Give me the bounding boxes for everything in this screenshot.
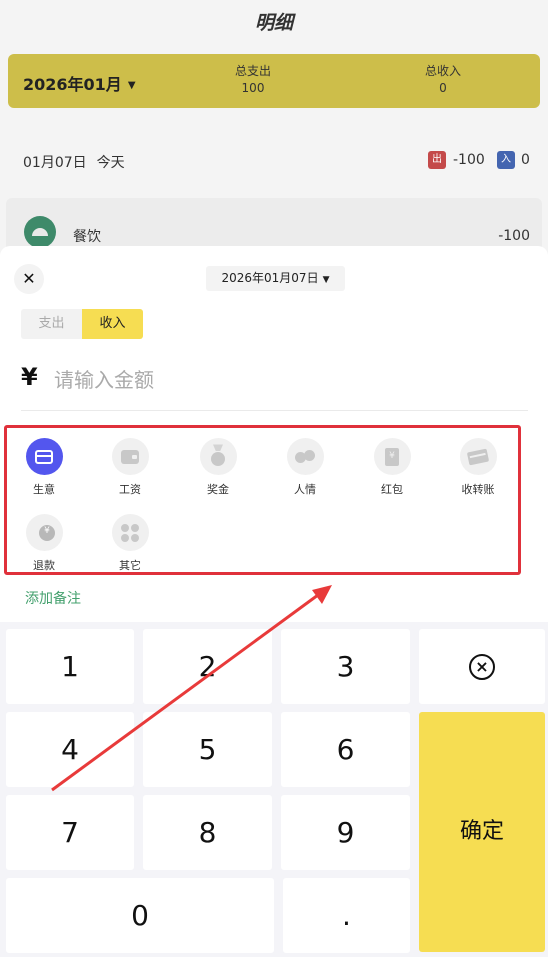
- monthly-summary-card: 2026年01月 ▼ 总支出 100 总收入 0: [8, 54, 540, 108]
- income-badge: 入: [497, 151, 515, 169]
- add-note-link[interactable]: 添加备注: [25, 588, 81, 608]
- key-decimal[interactable]: .: [283, 878, 410, 953]
- date-picker[interactable]: 2026年01月07日 ▼: [206, 266, 345, 291]
- key-5[interactable]: 5: [143, 712, 272, 787]
- date-picker-label: 2026年01月07日: [221, 271, 319, 285]
- category-label: 奖金: [207, 483, 229, 496]
- key-0[interactable]: 0: [6, 878, 274, 953]
- type-toggle: 支出 收入: [21, 309, 143, 339]
- category-salary[interactable]: 工资: [100, 438, 160, 497]
- close-button[interactable]: ✕: [14, 264, 44, 294]
- caret-down-icon: ▼: [322, 275, 330, 285]
- grid-icon: [111, 514, 149, 551]
- key-4[interactable]: 4: [6, 712, 134, 787]
- category-label: 其它: [119, 559, 141, 572]
- red-packet-icon: [373, 438, 411, 475]
- confirm-button[interactable]: 确定: [419, 712, 545, 952]
- day-weekday: 今天: [96, 155, 125, 171]
- key-1[interactable]: 1: [6, 629, 134, 704]
- day-income-value: 0: [521, 152, 530, 168]
- key-8[interactable]: 8: [143, 795, 272, 870]
- key-6[interactable]: 6: [281, 712, 410, 787]
- transfer-card-icon: [459, 438, 497, 475]
- page-title: 明细: [254, 12, 293, 34]
- month-selector[interactable]: 2026年01月 ▼: [23, 71, 136, 95]
- day-header: 01月07日 今天 出 -100 入 0: [0, 140, 548, 184]
- caret-down-icon: ▼: [127, 80, 136, 91]
- category-gift[interactable]: 人情: [275, 438, 335, 497]
- total-expense-value: 100: [241, 81, 265, 95]
- amount-row: ¥: [21, 361, 528, 411]
- day-expense-value: -100: [453, 152, 485, 168]
- category-grid: 生意 工资 奖金 人情 红包 收转账 退款: [4, 425, 521, 575]
- total-income: 总收入 0: [408, 63, 478, 97]
- category-transfer[interactable]: 收转账: [448, 438, 508, 497]
- wallet-icon: [111, 438, 149, 475]
- category-label: 人情: [294, 483, 316, 496]
- medal-icon: [199, 438, 237, 475]
- number-keypad: 1 2 3 × 4 5 6 确定 7 8 9 0 .: [0, 622, 548, 957]
- record-category: 餐饮: [73, 229, 101, 245]
- currency-symbol: ¥: [21, 363, 38, 391]
- dining-icon: [24, 216, 56, 248]
- record-amount: -100: [498, 228, 530, 244]
- category-label: 生意: [33, 483, 55, 496]
- background-page: 明细 2026年01月 ▼ 总支出 100 总收入 0 01月07日 今天 出 -1…: [0, 0, 548, 260]
- category-label: 工资: [119, 483, 141, 496]
- gift-icon: [286, 438, 324, 475]
- total-income-label: 总收入: [424, 64, 461, 78]
- amount-input[interactable]: [54, 363, 494, 397]
- total-income-value: 0: [439, 81, 447, 95]
- key-3[interactable]: 3: [281, 629, 410, 704]
- key-9[interactable]: 9: [281, 795, 410, 870]
- day-date: 01月07日 今天: [23, 152, 125, 172]
- key-7[interactable]: 7: [6, 795, 134, 870]
- category-business[interactable]: 生意: [14, 438, 74, 497]
- add-record-sheet: ✕ 2026年01月07日▼ 支出 收入 ¥ 生意 工资 奖金 人情 红包: [0, 246, 548, 957]
- key-2[interactable]: 2: [143, 629, 272, 704]
- delete-button[interactable]: ×: [419, 629, 545, 704]
- category-refund[interactable]: 退款: [14, 514, 74, 573]
- shop-icon: [25, 438, 63, 475]
- category-label: 红包: [381, 483, 403, 496]
- day-date-text: 01月07日: [23, 155, 87, 171]
- category-label: 收转账: [461, 483, 495, 496]
- category-label: 退款: [33, 559, 55, 572]
- category-other[interactable]: 其它: [100, 514, 160, 573]
- total-expense-label: 总支出: [234, 64, 271, 78]
- total-expense: 总支出 100: [218, 63, 288, 97]
- delete-icon: ×: [469, 653, 495, 680]
- refund-icon: [25, 514, 63, 551]
- expense-badge: 出: [428, 151, 446, 169]
- month-label: 2026年01月: [23, 75, 122, 94]
- category-red-packet[interactable]: 红包: [362, 438, 422, 497]
- tab-expense[interactable]: 支出: [21, 309, 82, 339]
- tab-income[interactable]: 收入: [82, 309, 143, 339]
- category-bonus[interactable]: 奖金: [188, 438, 248, 497]
